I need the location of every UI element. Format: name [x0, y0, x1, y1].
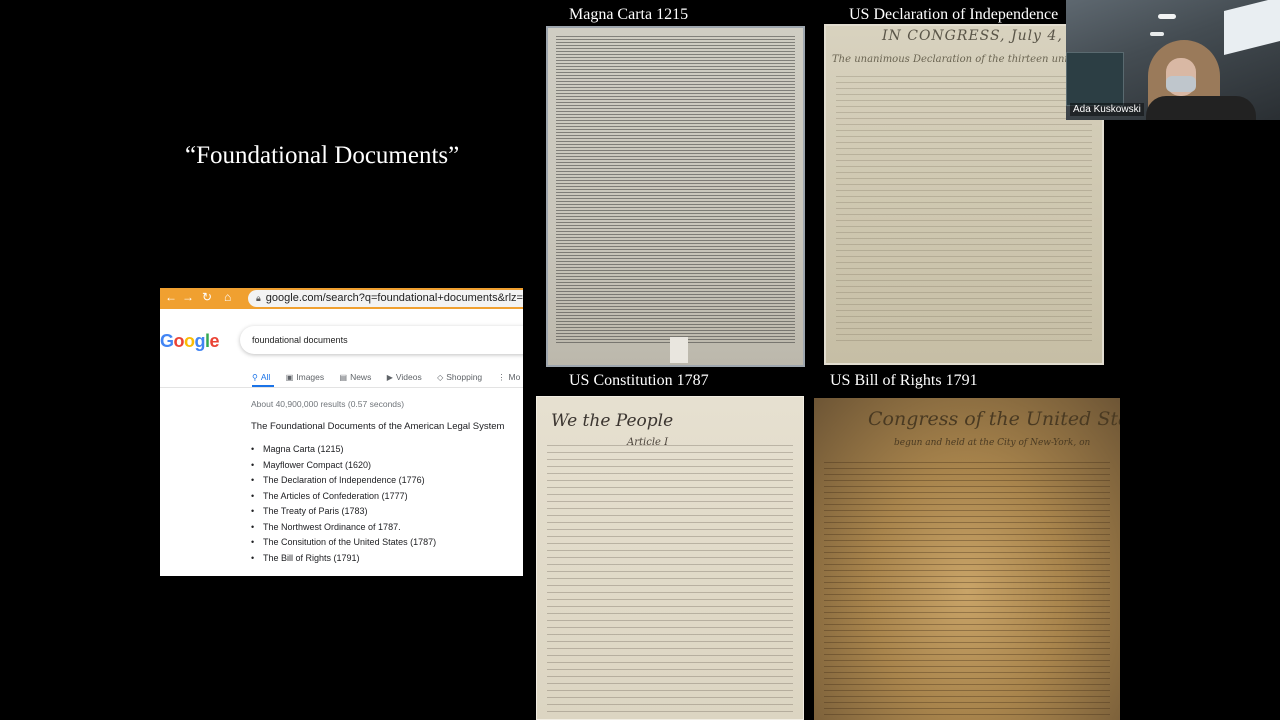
video-background-screen — [1066, 52, 1124, 106]
list-item: Magna Carta (1215) — [251, 442, 436, 458]
address-bar-url: google.com/search?q=foundational+documen… — [265, 292, 523, 304]
back-arrow-icon[interactable]: ← — [165, 290, 177, 304]
magna-carta-seal — [670, 337, 688, 363]
home-icon[interactable]: ⌂ — [224, 290, 231, 304]
caption-bill-of-rights: US Bill of Rights 1791 — [830, 372, 978, 389]
bill-of-rights-image: Congress of the United States begun and … — [814, 398, 1120, 720]
snippet-title[interactable]: The Foundational Documents of the Americ… — [251, 421, 504, 432]
list-item: Mayflower Compact (1620) — [251, 458, 436, 474]
bill-of-rights-subheading: begun and held at the City of New-York, … — [894, 438, 1091, 448]
reload-icon[interactable]: ↻ — [202, 290, 212, 304]
video-ceiling-light — [1150, 32, 1164, 36]
video-ceiling-light — [1158, 14, 1176, 19]
video-background-window — [1224, 0, 1280, 55]
snippet-list: Magna Carta (1215) Mayflower Compact (16… — [251, 442, 436, 566]
bill-of-rights-text-lines — [824, 462, 1110, 716]
browser-screenshot: ← → ↻ ⌂ 🔒︎ google.com/search?q=foundation… — [160, 288, 523, 576]
constitution-image: We the People Article I — [536, 396, 804, 720]
results-stats: About 40,900,000 results (0.57 seconds) — [251, 399, 405, 409]
tabs-divider — [160, 387, 523, 388]
tab-news[interactable]: ▤ News — [340, 372, 372, 382]
list-item: The Treaty of Paris (1783) — [251, 504, 436, 520]
list-item: The Declaration of Independence (1776) — [251, 473, 436, 489]
slide-title: “Foundational Documents” — [185, 142, 460, 169]
tab-shopping[interactable]: ◇ Shopping — [437, 372, 482, 382]
constitution-text-lines — [547, 445, 793, 715]
search-tabs: ⚲ All ▣ Images ▤ News ▶ Videos ◇ Shopping ⋮ Mo — [252, 372, 523, 382]
constitution-heading: We the People — [551, 411, 674, 431]
caption-declaration: US Declaration of Independence — [849, 6, 1059, 23]
tab-all[interactable]: ⚲ All — [252, 372, 270, 382]
lock-icon: 🔒︎ — [256, 293, 261, 303]
caption-constitution: US Constitution 1787 — [569, 372, 709, 389]
bill-of-rights-heading: Congress of the United States — [868, 408, 1120, 430]
tab-videos[interactable]: ▶ Videos — [387, 372, 422, 382]
list-item: The Consitution of the United States (17… — [251, 535, 436, 551]
list-item: The Articles of Confederation (1777) — [251, 489, 436, 505]
forward-arrow-icon[interactable]: → — [182, 290, 194, 304]
declaration-subheading: The unanimous Declaration of the thirtee… — [832, 54, 1102, 65]
tab-more[interactable]: ⋮ Mo — [498, 372, 521, 382]
caption-magna-carta: Magna Carta 1215 — [569, 6, 689, 23]
tab-images[interactable]: ▣ Images — [286, 372, 324, 382]
magna-carta-image — [546, 26, 805, 367]
search-icon: ⚲ — [252, 373, 258, 382]
participant-video-tile[interactable]: Ada Kuskowski — [1066, 0, 1280, 120]
list-item: The Bill of Rights (1791) — [251, 551, 436, 567]
tag-icon: ◇ — [437, 373, 444, 382]
address-bar[interactable]: 🔒︎ google.com/search?q=foundational+docum… — [248, 290, 523, 307]
more-icon: ⋮ — [497, 373, 506, 382]
browser-toolbar: ← → ↻ ⌂ 🔒︎ google.com/search?q=foundation… — [160, 288, 523, 309]
news-icon: ▤ — [339, 373, 348, 382]
participant-body — [1146, 96, 1256, 120]
search-input[interactable]: foundational documents — [240, 326, 523, 354]
participant-mask — [1166, 76, 1196, 92]
magna-carta-text-lines — [556, 36, 795, 345]
image-icon: ▣ — [285, 373, 294, 382]
list-item: The Northwest Ordinance of 1787. — [251, 520, 436, 536]
video-icon: ▶ — [386, 373, 393, 382]
declaration-image: IN CONGRESS, July 4, 1776. The unanimous… — [824, 24, 1104, 365]
participant-name-label: Ada Kuskowski — [1070, 103, 1144, 116]
google-logo[interactable]: Google — [160, 331, 220, 352]
declaration-text-lines — [836, 76, 1092, 343]
